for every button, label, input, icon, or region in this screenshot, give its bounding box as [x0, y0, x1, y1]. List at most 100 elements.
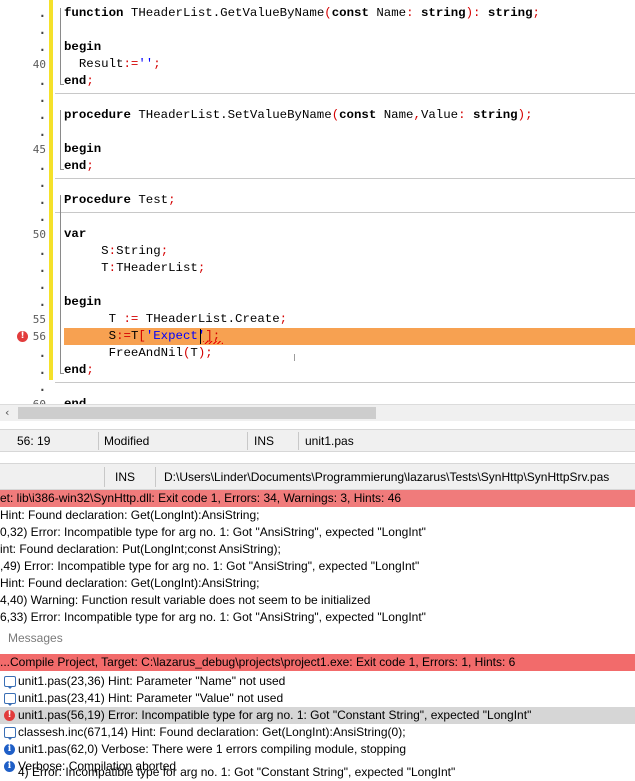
code-line[interactable]: . end;	[0, 73, 635, 90]
code-token: ;	[86, 363, 94, 377]
code-line[interactable]: 60 end	[0, 396, 635, 404]
code-text[interactable]: Result:='';	[64, 56, 161, 73]
fold-guide[interactable]	[60, 110, 61, 169]
code-token: :	[108, 244, 117, 258]
code-token: string	[420, 6, 466, 20]
code-text[interactable]: S:String;	[64, 243, 168, 260]
code-text[interactable]: var	[64, 226, 86, 243]
code-line[interactable]: 45 begin	[0, 141, 635, 158]
message-row[interactable]: i unit1.pas(62,0) Verbose: There were 1 e…	[0, 741, 635, 758]
error-underline	[203, 341, 223, 344]
code-line[interactable]: . function THeaderList.GetValueByName(con…	[0, 5, 635, 22]
line-number: .	[38, 91, 46, 105]
line-number: .	[38, 210, 46, 224]
message-row[interactable]: unit1.pas(23,41) Hint: Parameter "Value"…	[0, 690, 635, 707]
code-line[interactable]: . S:String;	[0, 243, 635, 260]
code-token: T	[190, 346, 198, 360]
code-text[interactable]: end;	[64, 362, 94, 379]
background-compile-summary[interactable]: et: lib\i386-win32\SynHttp.dll: Exit cod…	[0, 490, 635, 507]
code-line[interactable]: 40 Result:='';	[0, 56, 635, 73]
code-text[interactable]: end;	[64, 158, 94, 175]
code-token: THeaderList	[116, 261, 198, 275]
code-editor[interactable]: . function THeaderList.GetValueByName(con…	[0, 0, 635, 404]
line-number: 40	[32, 58, 46, 71]
code-line[interactable]: 56! S:=T['Expect'];	[0, 328, 635, 345]
code-token: :	[108, 261, 117, 275]
message-text: ,49) Error: Incompatible type for arg no…	[0, 559, 420, 573]
code-token: )	[517, 108, 526, 122]
fold-guide[interactable]	[60, 195, 61, 373]
insert-mode: INS	[254, 434, 275, 448]
code-token: 'Expect'	[145, 329, 206, 343]
code-text[interactable]: end	[64, 396, 86, 404]
code-line[interactable]: . Procedure Test;	[0, 192, 635, 209]
messages-window[interactable]: Messages ...Compile Project, Target: C:\…	[0, 627, 635, 781]
line-number: .	[38, 346, 46, 360]
fold-guide-end	[60, 169, 64, 170]
code-token: end	[64, 74, 87, 88]
background-message-row[interactable]: int: Found declaration: Put(LongInt;cons…	[0, 541, 635, 558]
background-message-row[interactable]: 4,40) Warning: Function result variable …	[0, 592, 635, 609]
message-text: 4,40) Warning: Function result variable …	[0, 593, 371, 607]
line-number: .	[38, 176, 46, 190]
code-line[interactable]: . begin	[0, 39, 635, 56]
message-text: 0,32) Error: Incompatible type for arg n…	[0, 525, 426, 539]
message-row[interactable]: unit1.pas(23,36) Hint: Parameter "Name" …	[0, 673, 635, 690]
scrollbar-thumb[interactable]	[18, 407, 376, 419]
code-line[interactable]: . FreeAndNil(T);	[0, 345, 635, 362]
code-token: ;	[168, 193, 176, 207]
line-number: .	[38, 40, 46, 54]
code-line[interactable]: . procedure THeaderList.SetValueByName(co…	[0, 107, 635, 124]
procedure-separator	[55, 93, 635, 94]
message-row[interactable]: ! unit1.pas(56,19) Error: Incompatible ty…	[0, 707, 635, 724]
code-line[interactable]: . begin	[0, 294, 635, 311]
message-row[interactable]: classesh.inc(671,14) Hint: Found declara…	[0, 724, 635, 741]
line-number: .	[38, 159, 46, 173]
code-text[interactable]: Procedure Test;	[64, 192, 176, 209]
code-line[interactable]: .	[0, 124, 635, 141]
code-token: end	[64, 159, 87, 173]
background-file-path: D:\Users\Linder\Documents\Programmierung…	[164, 470, 610, 484]
code-text[interactable]: FreeAndNil(T);	[64, 345, 213, 362]
code-line[interactable]: . end;	[0, 362, 635, 379]
background-message-row[interactable]: 0,32) Error: Incompatible type for arg n…	[0, 524, 635, 541]
code-text[interactable]: begin	[64, 294, 101, 311]
background-message-row[interactable]: Hint: Found declaration: Get(LongInt):An…	[0, 507, 635, 524]
error-circle-icon[interactable]: !	[17, 331, 28, 342]
background-message-row[interactable]: 6,33) Error: Incompatible type for arg n…	[0, 609, 635, 626]
code-text[interactable]: T:THeaderList;	[64, 260, 205, 277]
line-number: 60	[0, 396, 46, 404]
compile-summary[interactable]: ...Compile Project, Target: C:\lazarus_d…	[0, 654, 635, 671]
code-token: end	[64, 363, 87, 377]
line-number: .	[38, 278, 46, 292]
code-token: Procedure	[64, 193, 131, 207]
code-text[interactable]: end;	[64, 73, 94, 90]
code-text[interactable]: S:=T['Expect'];	[64, 328, 221, 345]
code-line[interactable]: . end;	[0, 158, 635, 175]
editor-status-bar: 56: 19 Modified INS unit1.pas	[0, 429, 635, 452]
code-text[interactable]: begin	[64, 141, 101, 158]
code-line[interactable]: 50 var	[0, 226, 635, 243]
arrow-left-icon[interactable]: ‹	[5, 406, 9, 419]
background-message-row[interactable]: ,49) Error: Incompatible type for arg no…	[0, 558, 635, 575]
code-token: procedure	[64, 108, 131, 122]
code-token: const	[331, 6, 369, 20]
code-text[interactable]: function THeaderList.GetValueByName(cons…	[64, 5, 540, 22]
message-row-partial[interactable]: 4) Error: Incompatible type for arg no. …	[0, 764, 635, 781]
fold-guide[interactable]	[60, 8, 61, 84]
code-token: string	[473, 108, 518, 122]
window-gap	[0, 452, 635, 463]
background-message-row[interactable]: Hint: Found declaration: Get(LongInt):An…	[0, 575, 635, 592]
code-text[interactable]: begin	[64, 39, 101, 56]
code-token: (	[331, 108, 340, 122]
error-circle-icon: !	[4, 710, 15, 721]
code-line[interactable]: .	[0, 22, 635, 39]
code-line[interactable]: 55 T := THeaderList.Create;	[0, 311, 635, 328]
code-token: ;	[532, 6, 540, 20]
horizontal-scrollbar[interactable]: ‹	[0, 404, 635, 421]
code-line[interactable]: .	[0, 277, 635, 294]
code-text[interactable]: T := THeaderList.Create;	[64, 311, 287, 328]
code-text[interactable]: procedure THeaderList.SetValueByName(con…	[64, 107, 533, 124]
code-line[interactable]: . T:THeaderList;	[0, 260, 635, 277]
